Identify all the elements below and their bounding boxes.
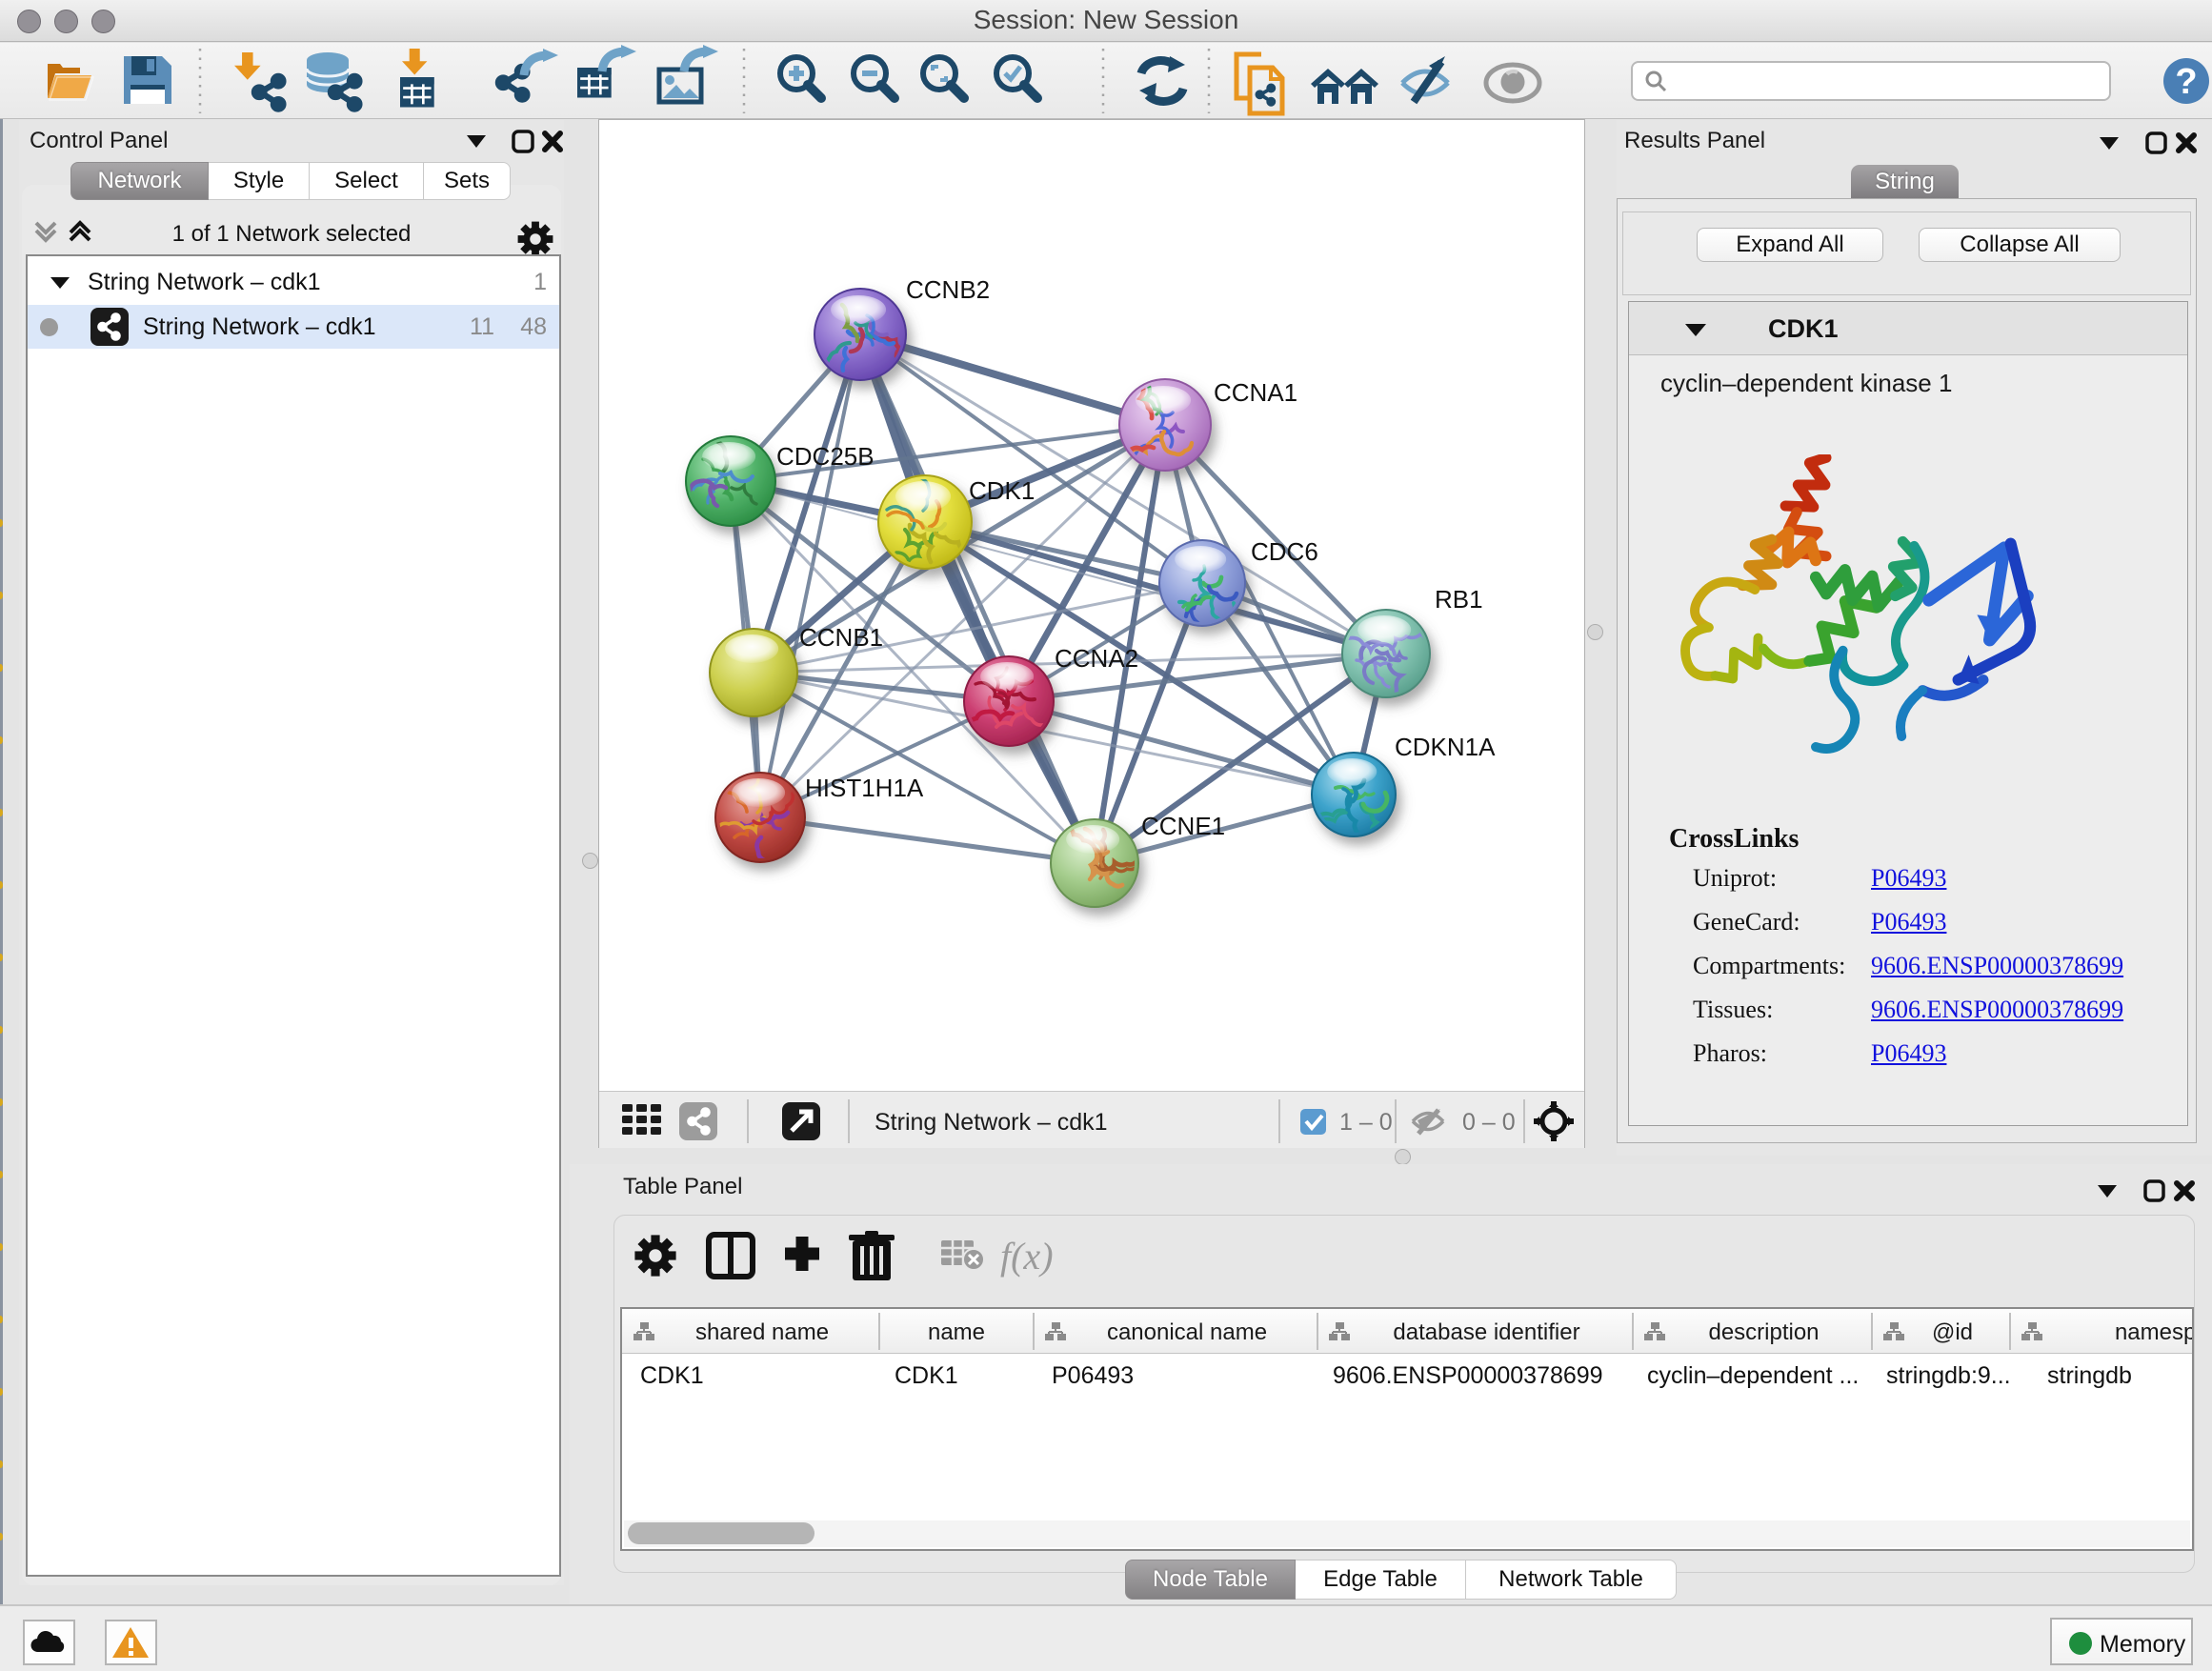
svg-text:CCNB1: CCNB1 bbox=[799, 623, 883, 652]
svg-text:database identifier: database identifier bbox=[1393, 1319, 1579, 1345]
svg-text:CCNE1: CCNE1 bbox=[1141, 812, 1225, 840]
svg-text:CCNA1: CCNA1 bbox=[1214, 378, 1297, 407]
svg-text:RB1: RB1 bbox=[1435, 585, 1483, 614]
svg-text:HIST1H1A: HIST1H1A bbox=[805, 774, 924, 802]
svg-text:canonical name: canonical name bbox=[1107, 1319, 1267, 1345]
svg-text:namespace: namespace bbox=[2115, 1319, 2192, 1345]
svg-text:@id: @id bbox=[1932, 1319, 1973, 1345]
svg-text:CDKN1A: CDKN1A bbox=[1395, 733, 1496, 761]
svg-text:description: description bbox=[1708, 1319, 1819, 1345]
svg-text:CDC6: CDC6 bbox=[1251, 537, 1318, 566]
svg-text:CCNB2: CCNB2 bbox=[906, 275, 990, 304]
svg-text:shared name: shared name bbox=[695, 1319, 829, 1345]
svg-text:CCNA2: CCNA2 bbox=[1055, 644, 1138, 673]
svg-text:String Network – cdk1: String Network – cdk1 bbox=[875, 1109, 1108, 1136]
svg-text:f(x): f(x) bbox=[1000, 1235, 1054, 1278]
svg-text:1 – 0: 1 – 0 bbox=[1339, 1109, 1393, 1136]
svg-text:CDC25B: CDC25B bbox=[776, 442, 875, 471]
svg-text:0 – 0: 0 – 0 bbox=[1462, 1109, 1516, 1136]
svg-text:name: name bbox=[928, 1319, 985, 1345]
svg-text:?: ? bbox=[2175, 62, 2197, 102]
svg-text:CDK1: CDK1 bbox=[969, 476, 1035, 505]
